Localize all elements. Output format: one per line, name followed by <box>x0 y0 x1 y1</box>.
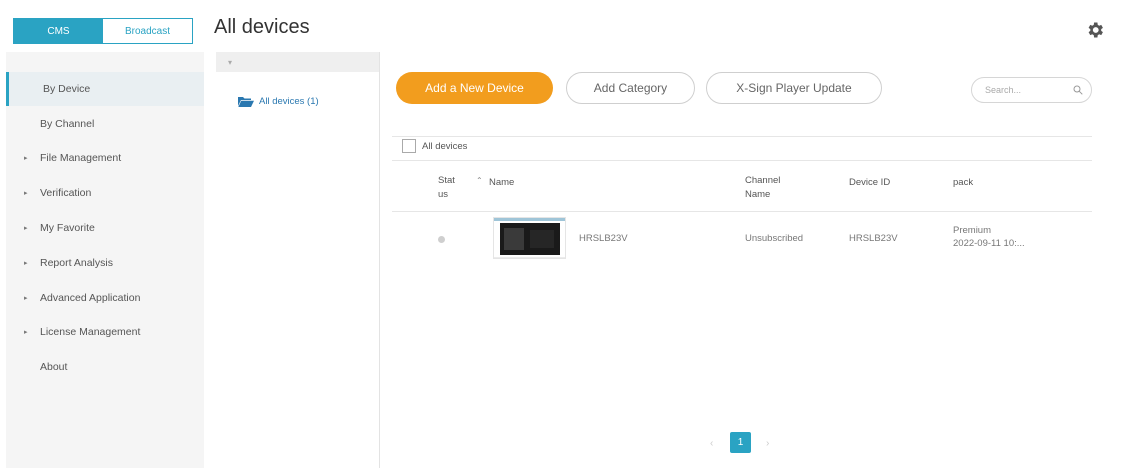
add-new-device-button[interactable]: Add a New Device <box>396 72 553 104</box>
sidebar-item-about[interactable]: About <box>6 350 204 384</box>
player-update-button[interactable]: X-Sign Player Update <box>706 72 882 104</box>
next-page-button[interactable]: › <box>766 438 769 449</box>
folder-open-icon <box>238 97 254 107</box>
sidebar: By Device By Channel ▸ File Management ▸… <box>6 52 204 468</box>
sidebar-item-license-management[interactable]: ▸ License Management <box>6 315 204 349</box>
sidebar-item-label: Report Analysis <box>40 257 113 269</box>
caret-right-icon: ▸ <box>24 155 28 162</box>
column-header-name[interactable]: Name <box>489 176 514 190</box>
column-header-pack[interactable]: pack <box>953 176 973 190</box>
device-name[interactable]: HRSLB23V <box>579 232 628 245</box>
select-all-label: All devices <box>422 140 468 152</box>
pack-date: 2022-09-11 10:... <box>953 238 1025 249</box>
sidebar-item-label: My Favorite <box>40 222 95 234</box>
device-tree-panel: ▾ All devices (1) <box>216 52 380 468</box>
sidebar-item-label: Advanced Application <box>40 292 141 304</box>
sort-icon[interactable]: ⌃ <box>476 176 483 185</box>
divider <box>392 211 1092 212</box>
column-header-channel-name[interactable]: Channel Name <box>745 174 780 202</box>
column-header-status[interactable]: Stat us <box>438 174 455 202</box>
column-header-device-id[interactable]: Device ID <box>849 176 890 190</box>
sidebar-item-label: By Device <box>43 83 91 95</box>
collapse-icon: ▾ <box>228 57 233 67</box>
search-icon[interactable] <box>1073 85 1083 95</box>
select-all-checkbox[interactable] <box>402 139 416 153</box>
sidebar-item-by-device[interactable]: By Device <box>6 72 204 106</box>
page-button-current[interactable]: 1 <box>730 432 751 453</box>
tree-node-all-devices[interactable]: All devices (1) <box>238 96 319 107</box>
sidebar-item-label: By Channel <box>40 118 95 130</box>
sidebar-item-advanced-application[interactable]: ▸ Advanced Application <box>6 281 204 315</box>
gear-icon[interactable] <box>1085 20 1105 40</box>
top-tab-switch: CMS Broadcast <box>13 18 193 44</box>
device-id: HRSLB23V <box>849 233 898 244</box>
page-title: All devices <box>214 16 310 38</box>
sidebar-item-by-channel[interactable]: By Channel <box>6 107 204 141</box>
sidebar-item-my-favorite[interactable]: ▸ My Favorite <box>6 211 204 245</box>
status-indicator <box>438 236 445 243</box>
search-box <box>971 77 1092 103</box>
add-category-button[interactable]: Add Category <box>566 72 695 104</box>
caret-right-icon: ▸ <box>24 190 28 197</box>
channel-name: Unsubscribed <box>745 233 804 244</box>
tree-collapse-bar[interactable]: ▾ <box>216 52 379 72</box>
device-thumbnail[interactable] <box>493 217 566 259</box>
caret-right-icon: ▸ <box>24 225 28 232</box>
sidebar-item-verification[interactable]: ▸ Verification <box>6 176 204 210</box>
sidebar-item-label: License Management <box>40 326 141 338</box>
sidebar-item-label: Verification <box>40 187 92 199</box>
pack-type: Premium <box>953 225 992 236</box>
sidebar-item-label: File Management <box>40 152 122 164</box>
divider <box>392 136 1092 137</box>
tab-broadcast[interactable]: Broadcast <box>103 19 192 43</box>
caret-right-icon: ▸ <box>24 295 28 302</box>
prev-page-button[interactable]: ‹ <box>710 438 713 449</box>
tree-node-label: All devices (1) <box>259 96 319 107</box>
divider <box>392 160 1092 161</box>
caret-right-icon: ▸ <box>24 329 28 336</box>
sidebar-item-file-management[interactable]: ▸ File Management <box>6 141 204 175</box>
sidebar-item-report-analysis[interactable]: ▸ Report Analysis <box>6 246 204 280</box>
search-input[interactable] <box>985 85 1069 95</box>
caret-right-icon: ▸ <box>24 260 28 267</box>
sidebar-item-label: About <box>40 361 68 373</box>
select-all-row: All devices <box>402 139 467 153</box>
tab-cms[interactable]: CMS <box>14 19 103 43</box>
